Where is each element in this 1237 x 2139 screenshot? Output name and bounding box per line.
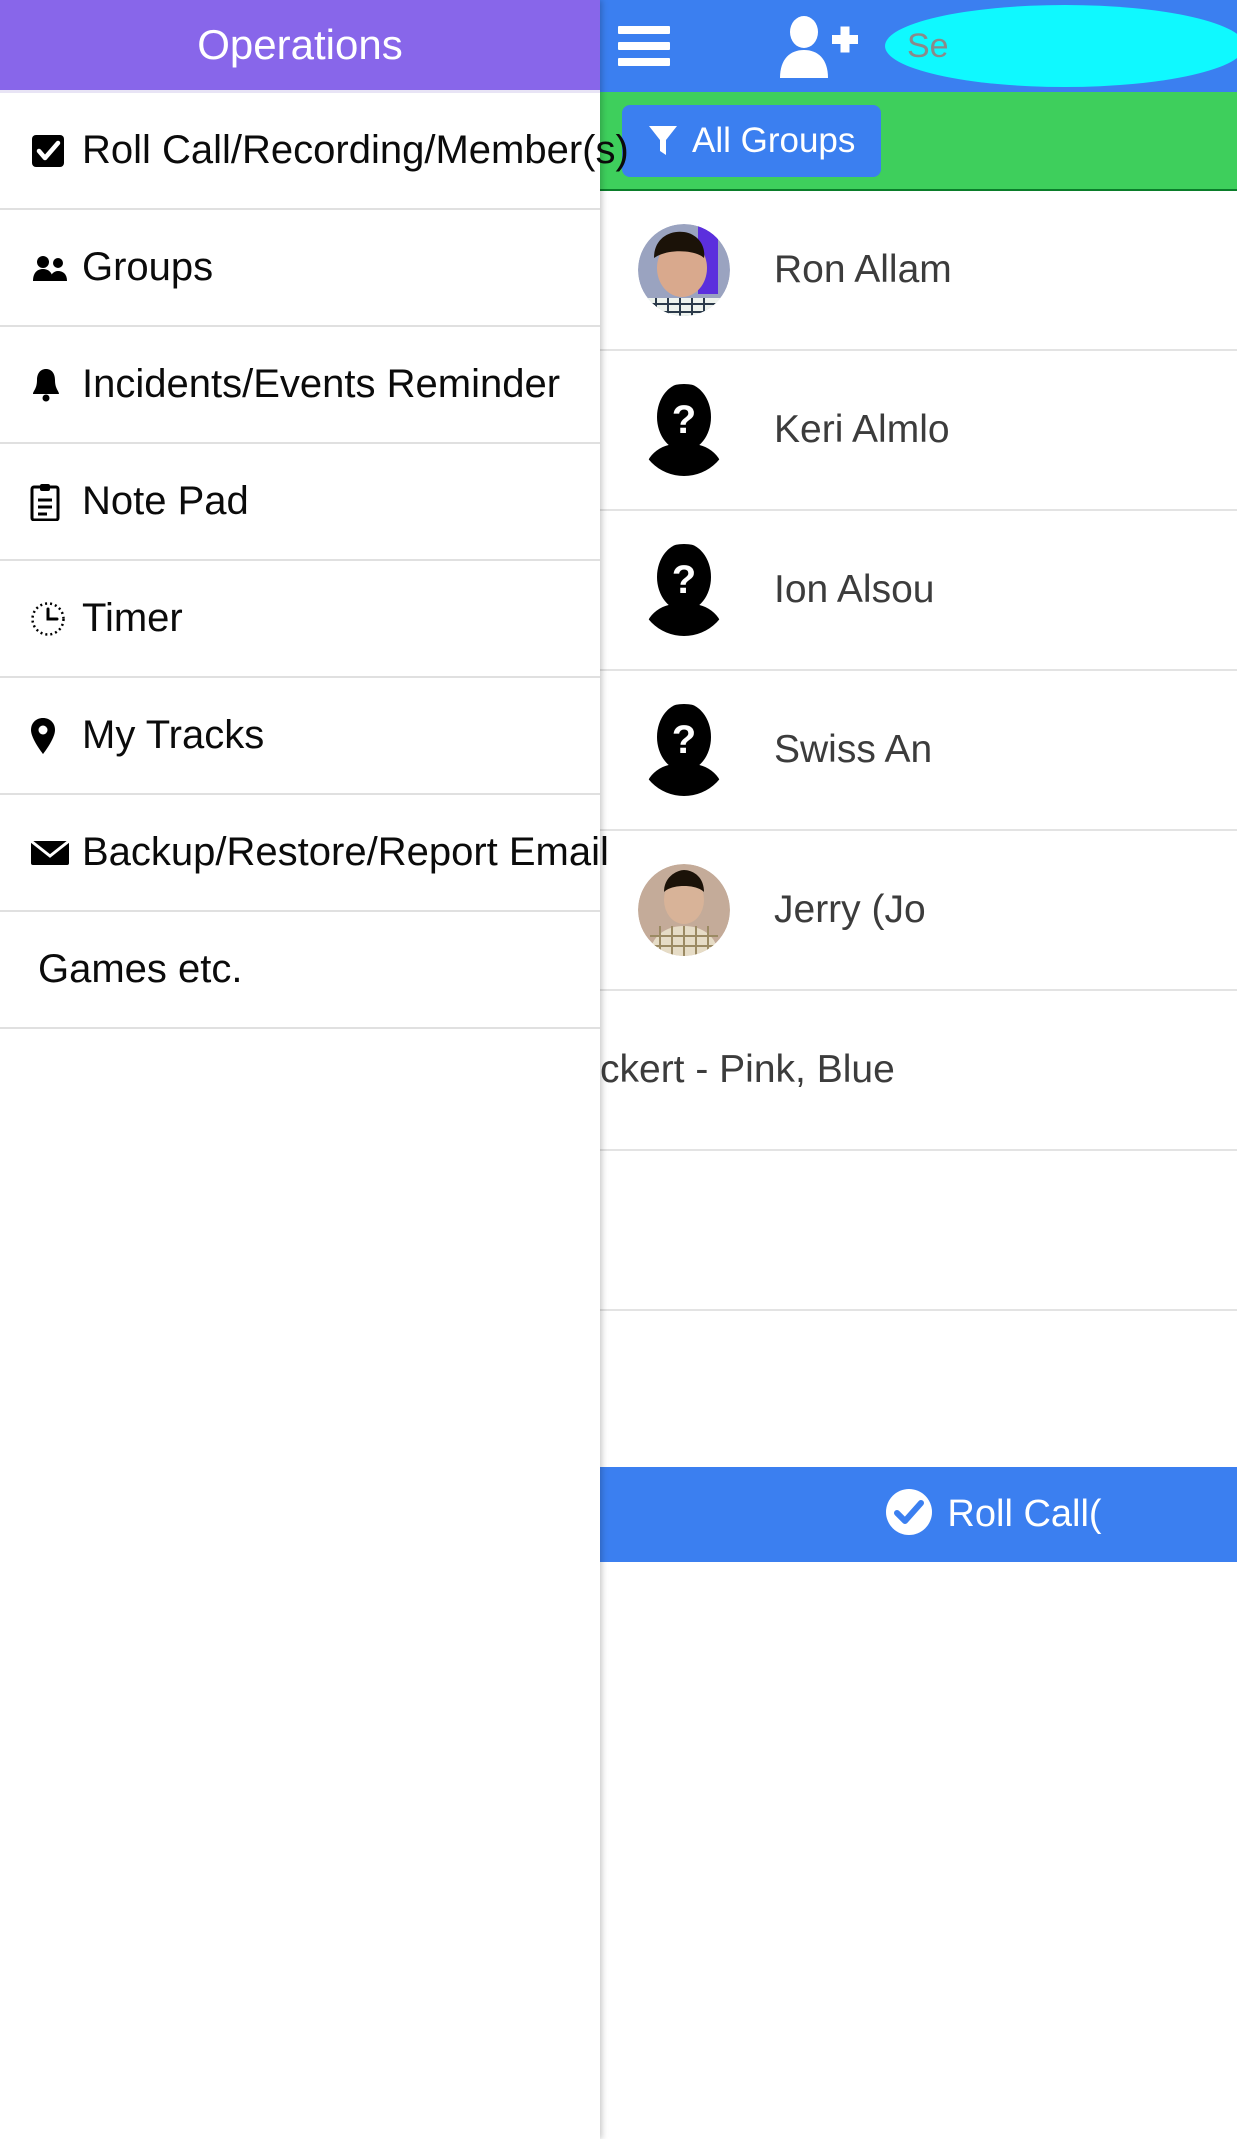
sidebar-item-games[interactable]: Games etc. [0,912,600,1029]
sidebar-item-label: Timer [82,596,183,640]
bottom-action-bar: Roll Call( [600,1467,1237,1562]
drawer-header: Operations [0,0,600,90]
avatar [638,224,730,316]
bell-icon [30,367,74,403]
envelope-icon [30,839,74,867]
member-name: Ion Alsou [774,568,935,611]
check-circle-icon [885,1488,933,1541]
member-list[interactable]: Ron Allam ? Keri Almlo ? Ion Alsou ? Swi… [600,189,1237,1467]
page-title: Operations [197,21,403,68]
svg-text:?: ? [672,718,696,762]
roll-call-button[interactable]: Roll Call( [885,1488,1102,1541]
all-groups-label: All Groups [692,120,856,160]
list-item[interactable]: ? Keri Almlo [600,351,1237,511]
list-item-empty[interactable] [600,1151,1237,1311]
checkbox-checked-icon [30,133,74,169]
add-person-icon[interactable] [770,16,860,78]
member-name: Jerry (Jo [774,888,926,931]
hamburger-menu-icon[interactable] [618,26,670,66]
filter-funnel-icon [648,124,678,158]
avatar-placeholder-icon: ? [638,384,730,476]
sidebar-item-label: Games etc. [38,947,243,991]
member-name: Swiss An [774,728,933,771]
group-filter-bar: All Groups [600,92,1237,189]
sidebar-item-my-tracks[interactable]: My Tracks [0,678,600,795]
search-input[interactable]: Se [885,5,1237,87]
avatar [638,864,730,956]
hamburger-bar [618,26,670,34]
app-toolbar: Se [600,0,1237,92]
list-item[interactable]: Jerry (Jo [600,831,1237,991]
hamburger-bar [618,42,670,50]
sidebar-item-label: Groups [82,245,214,289]
sidebar-item-roll-call[interactable]: Roll Call/Recording/Member(s) [0,93,629,210]
roll-call-label: Roll Call( [947,1493,1102,1535]
hamburger-bar [618,58,670,66]
sidebar-item-groups[interactable]: Groups [0,210,600,327]
list-item[interactable]: ? Swiss An [600,671,1237,831]
list-item[interactable]: Ron Allam [600,191,1237,351]
svg-text:?: ? [672,398,696,442]
member-name: Ron Allam [774,248,952,291]
avatar-placeholder-icon: ? [638,544,730,636]
sidebar-item-note-pad[interactable]: Note Pad [0,444,600,561]
all-groups-button[interactable]: All Groups [622,104,882,177]
sidebar-item-backup-restore-email[interactable]: Backup/Restore/Report Email [0,795,609,912]
map-pin-icon [30,717,74,755]
sidebar-item-label: Note Pad [82,479,249,523]
member-name: ckert - Pink, Blue [600,1048,895,1091]
avatar-placeholder-icon: ? [638,704,730,796]
sidebar-item-incidents-reminder[interactable]: Incidents/Events Reminder [0,327,600,444]
navigation-drawer: Operations Roll Call/Recording/Member(s)… [0,0,629,2139]
svg-text:?: ? [672,558,696,602]
member-name: Keri Almlo [774,408,950,451]
list-item[interactable]: ? Ion Alsou [600,511,1237,671]
sidebar-item-label: My Tracks [82,713,265,757]
sidebar-item-label: Roll Call/Recording/Member(s) [82,128,629,172]
sidebar-item-label: Backup/Restore/Report Email [82,830,609,874]
list-item[interactable]: ckert - Pink, Blue [600,991,1237,1151]
search-placeholder: Se [907,26,949,65]
users-group-icon [30,253,74,283]
clock-icon [30,601,74,637]
clipboard-icon [30,483,74,521]
sidebar-item-label: Incidents/Events Reminder [82,362,561,406]
sidebar-item-timer[interactable]: Timer [0,561,600,678]
